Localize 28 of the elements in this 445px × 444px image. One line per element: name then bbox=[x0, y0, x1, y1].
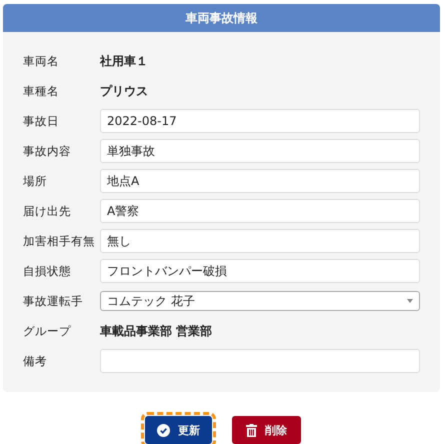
input-field[interactable]: 2022-08-17 bbox=[100, 109, 420, 133]
input-field[interactable]: 無し bbox=[100, 229, 420, 253]
panel-title: 車両事故情報 bbox=[3, 4, 440, 32]
input-field[interactable]: フロントバンパー破損 bbox=[100, 259, 420, 283]
input-field[interactable] bbox=[100, 349, 420, 373]
field-label: 事故日 bbox=[23, 114, 60, 128]
field-label: 場所 bbox=[23, 174, 48, 188]
field-label: 備考 bbox=[23, 354, 48, 368]
field-label: 届け出先 bbox=[23, 204, 72, 218]
field-value: 社用車１ bbox=[100, 52, 148, 70]
delete-button[interactable]: 削除 bbox=[232, 416, 301, 444]
input-field[interactable]: 地点A bbox=[100, 169, 420, 193]
field-label: 車種名 bbox=[23, 84, 60, 98]
update-button[interactable]: 更新 bbox=[145, 416, 212, 444]
field-value: プリウス bbox=[100, 82, 148, 100]
input-field[interactable]: A警察 bbox=[100, 199, 420, 223]
field-label: 事故運転手 bbox=[23, 294, 84, 308]
field-label: 車両名 bbox=[23, 54, 60, 68]
field-value: 車載品事業部 営業部 bbox=[100, 322, 212, 340]
field-label: 事故内容 bbox=[23, 144, 72, 158]
select-field[interactable]: コムテック 花子 bbox=[100, 291, 420, 311]
field-label: 自損状態 bbox=[23, 264, 72, 278]
check-circle-icon bbox=[157, 424, 170, 436]
trash-icon bbox=[246, 424, 257, 436]
field-label: 加害相手有無 bbox=[23, 234, 96, 248]
input-field[interactable]: 単独事故 bbox=[100, 139, 420, 163]
field-label: グループ bbox=[23, 324, 72, 338]
caret-icon bbox=[407, 299, 413, 303]
